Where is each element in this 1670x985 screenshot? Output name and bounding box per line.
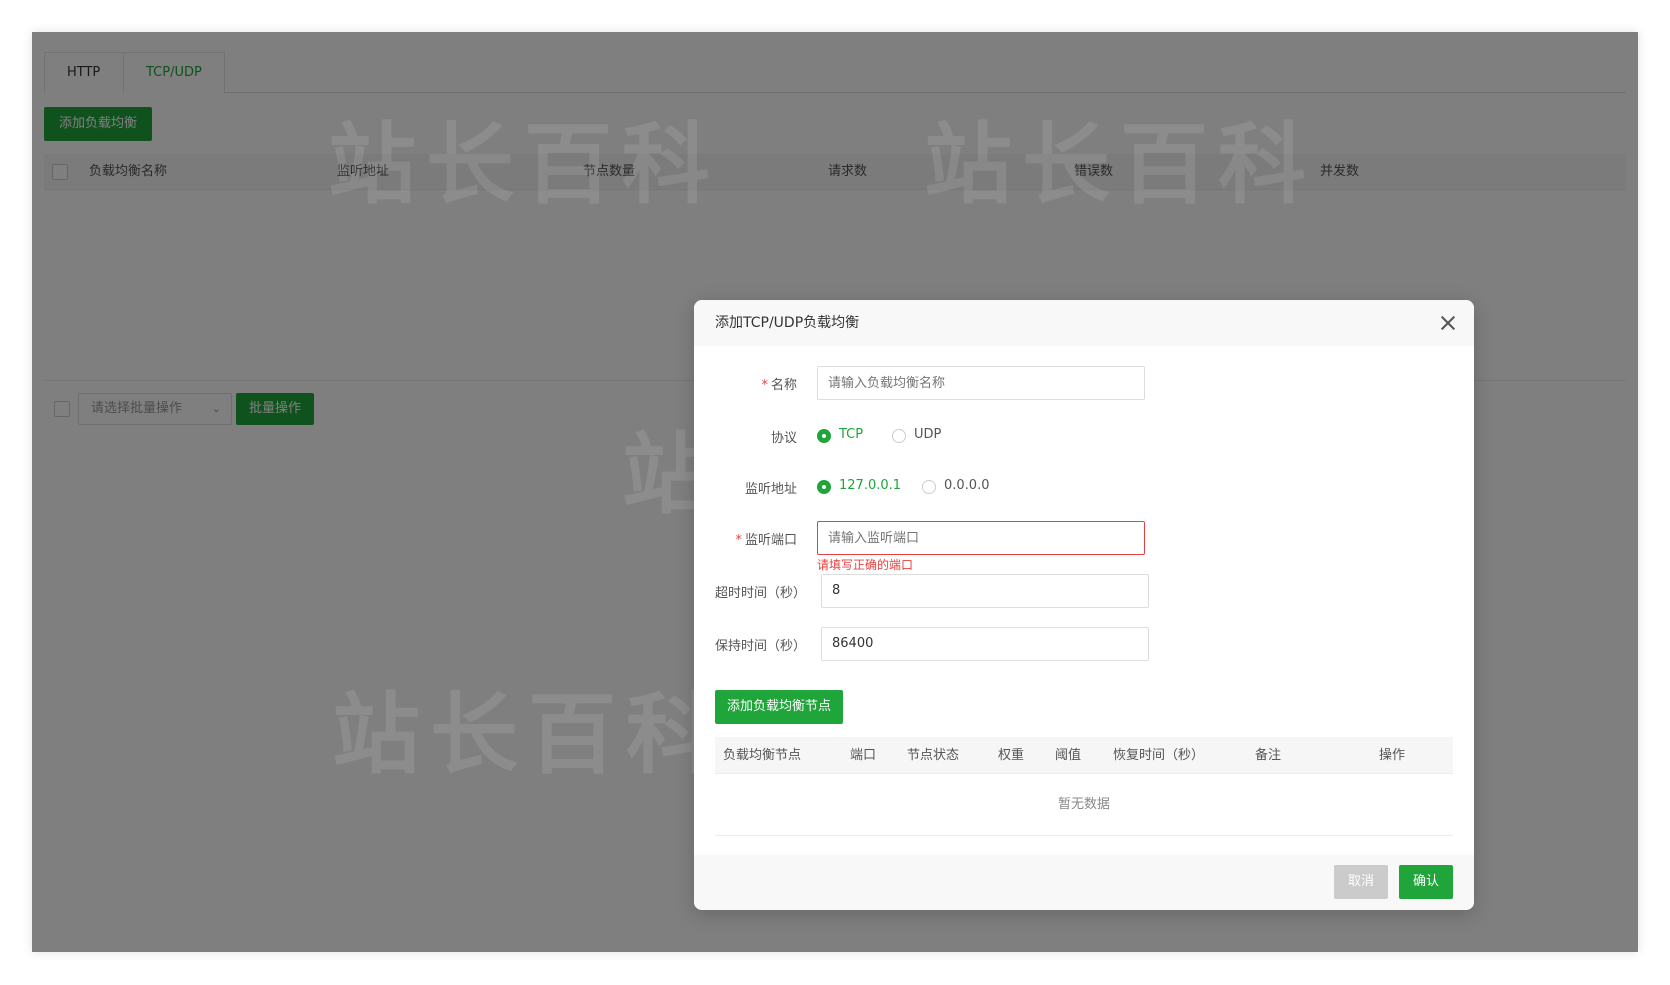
close-icon[interactable]: [1438, 313, 1458, 333]
name-label: * 名称: [715, 374, 797, 393]
protocol-udp-label[interactable]: UDP: [914, 427, 941, 442]
node-column-threshold: 阈值: [1055, 748, 1082, 763]
name-label-text: 名称: [770, 378, 797, 393]
confirm-button[interactable]: 确认: [1399, 865, 1453, 899]
listen-address-any-radio[interactable]: [922, 480, 936, 494]
listen-address-label: 监听地址: [744, 482, 797, 497]
listen-port-label-text: 监听端口: [744, 533, 797, 548]
listen-address-local-radio[interactable]: [817, 480, 831, 494]
add-tcp-udp-dialog: 添加TCP/UDP负载均衡 *名称 协议 TCP UDP 监听地址 127.0.…: [694, 300, 1474, 910]
node-column-recovery-time: 恢复时间（秒）: [1113, 748, 1205, 763]
dialog-title: 添加TCP/UDP负载均衡: [715, 315, 860, 331]
node-column-actions: 操作: [1379, 748, 1406, 763]
required-mark: *: [735, 533, 742, 548]
watermark: 站长百科: [332, 683, 725, 786]
keepalive-label: 保持时间（秒）: [715, 639, 807, 654]
node-table-header: 负载均衡节点 端口 节点状态 权重 阈值 恢复时间（秒） 备注 操作: [715, 737, 1453, 774]
listen-port-input[interactable]: [817, 521, 1145, 555]
node-column-weight: 权重: [998, 748, 1025, 763]
dialog-footer: 取消 确认: [694, 855, 1474, 910]
node-table-empty: 暂无数据: [715, 774, 1453, 836]
app-window: HTTP TCP/UDP 添加负载均衡 负载均衡名称 监听地址 节点数量 请求数…: [32, 32, 1638, 952]
protocol-tcp-label[interactable]: TCP: [839, 427, 863, 442]
node-column-port: 端口: [850, 748, 877, 763]
node-column-node: 负载均衡节点: [723, 748, 802, 763]
node-column-remark: 备注: [1255, 748, 1282, 763]
protocol-tcp-radio[interactable]: [817, 429, 831, 443]
name-input[interactable]: [817, 366, 1145, 400]
timeout-label: 超时时间（秒）: [715, 586, 807, 601]
listen-port-label: * 监听端口: [715, 529, 797, 548]
node-column-status: 节点状态: [907, 748, 960, 763]
timeout-input[interactable]: 8: [821, 574, 1149, 608]
keepalive-input[interactable]: 86400: [821, 627, 1149, 661]
listen-address-local-label[interactable]: 127.0.0.1: [839, 478, 901, 493]
cancel-button[interactable]: 取消: [1334, 865, 1388, 899]
dialog-header: 添加TCP/UDP负载均衡: [694, 300, 1474, 346]
watermark: 站长百科: [328, 113, 721, 216]
protocol-udp-radio[interactable]: [892, 429, 906, 443]
protocol-label: 协议: [770, 431, 797, 446]
listen-address-any-label[interactable]: 0.0.0.0: [944, 478, 989, 493]
required-mark: *: [761, 378, 768, 393]
listen-port-error: 请填写正确的端口: [817, 558, 914, 572]
watermark: 站长百科: [924, 113, 1317, 216]
add-node-button[interactable]: 添加负载均衡节点: [715, 690, 843, 724]
